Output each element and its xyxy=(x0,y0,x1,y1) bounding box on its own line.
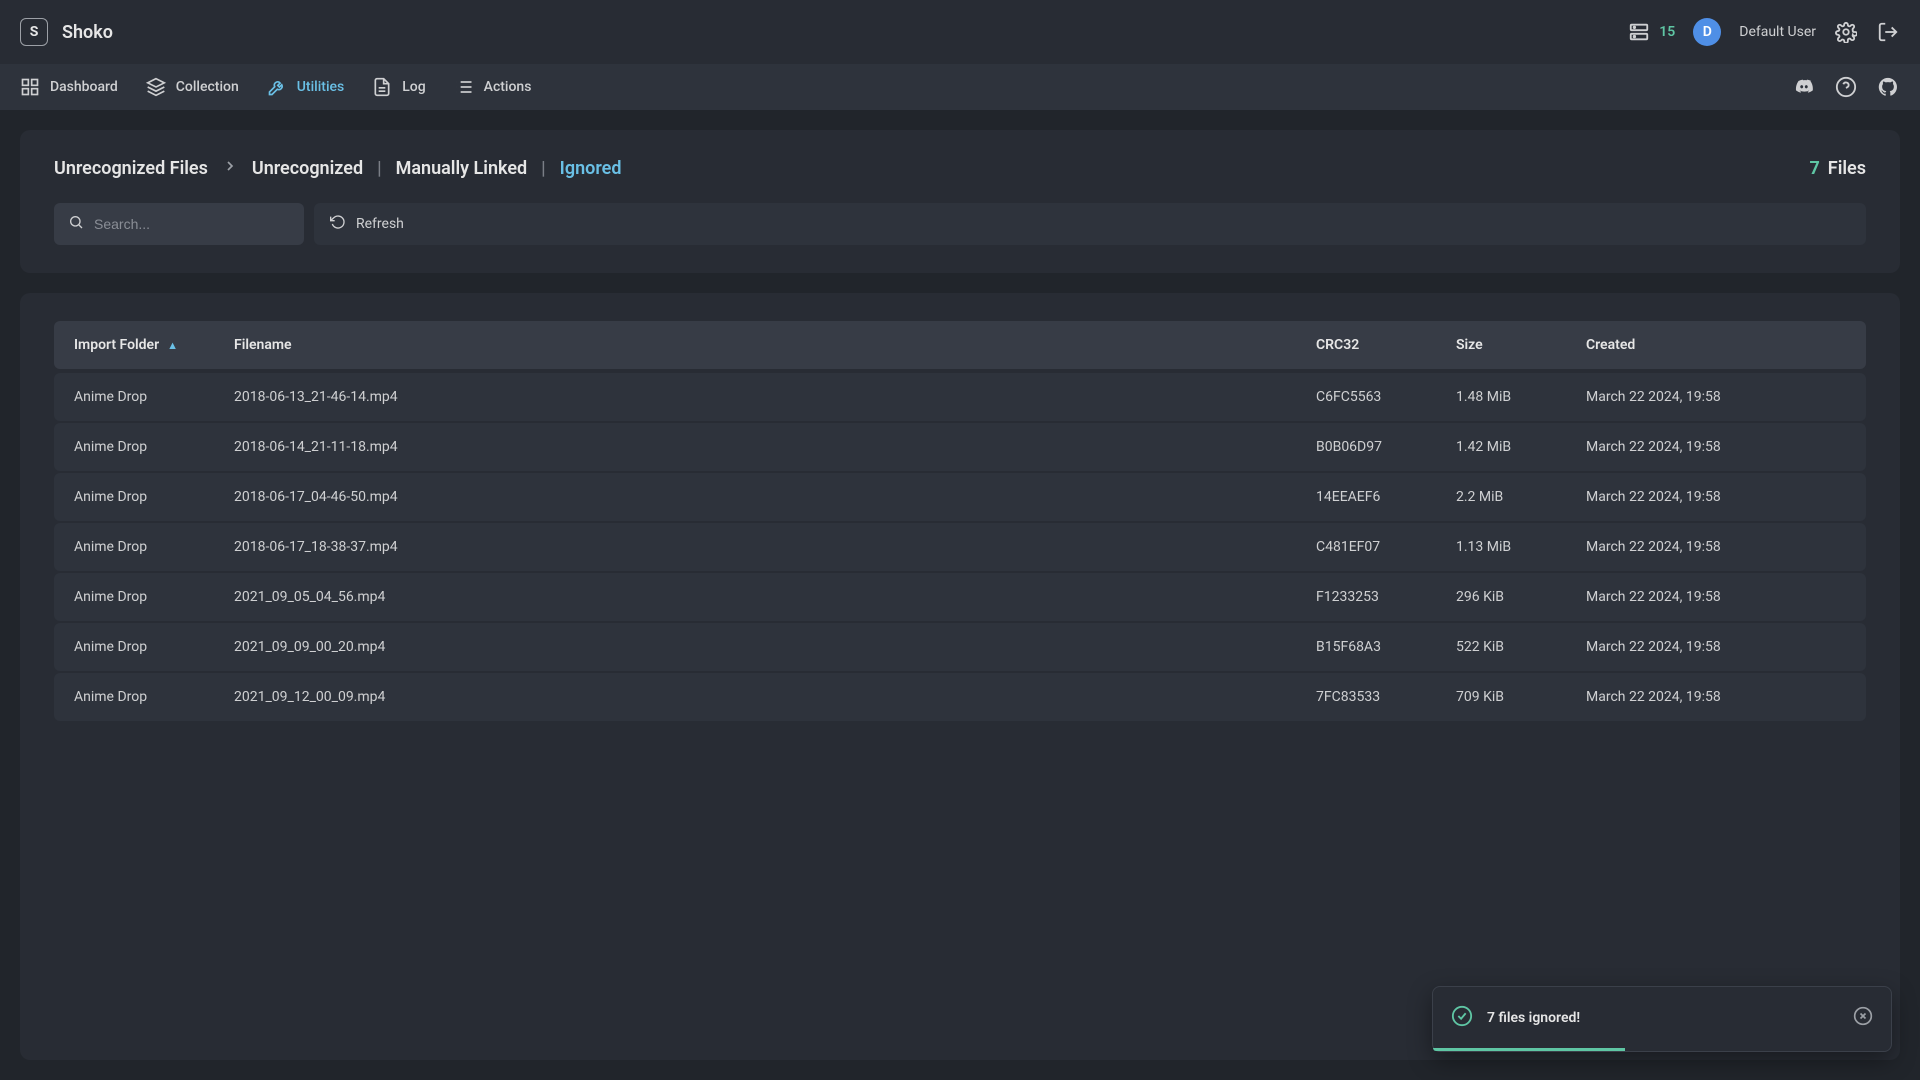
cell-filename: 2018-06-14_21-11-18.mp4 xyxy=(234,439,1316,455)
subtab-unrecognized[interactable]: Unrecognized xyxy=(252,158,363,179)
table-row[interactable]: Anime Drop2021_09_12_00_09.mp47FC8353370… xyxy=(54,673,1866,721)
help-icon[interactable] xyxy=(1834,75,1858,99)
cell-crc32: F1233253 xyxy=(1316,589,1456,605)
cell-created: March 22 2024, 19:58 xyxy=(1586,439,1846,455)
divider: | xyxy=(377,158,382,179)
user-name: Default User xyxy=(1739,24,1816,40)
col-created[interactable]: Created xyxy=(1586,337,1846,353)
cell-folder: Anime Drop xyxy=(74,639,234,655)
main-nav: Dashboard Collection Utilities Log Actio… xyxy=(0,64,1920,110)
table-row[interactable]: Anime Drop2018-06-14_21-11-18.mp4B0B06D9… xyxy=(54,423,1866,471)
toast-notification: 7 files ignored! xyxy=(1432,986,1892,1052)
table-row[interactable]: Anime Drop2018-06-17_18-38-37.mp4C481EF0… xyxy=(54,523,1866,571)
cell-created: March 22 2024, 19:58 xyxy=(1586,689,1846,705)
cell-crc32: C6FC5563 xyxy=(1316,389,1456,405)
table-row[interactable]: Anime Drop2021_09_05_04_56.mp4F123325329… xyxy=(54,573,1866,621)
header-panel: Unrecognized Files Unrecognized | Manual… xyxy=(20,130,1900,273)
col-import-folder[interactable]: Import Folder ▲ xyxy=(74,337,234,353)
logout-button[interactable] xyxy=(1876,20,1900,44)
search-box[interactable] xyxy=(54,203,304,245)
refresh-label: Refresh xyxy=(356,216,404,232)
cell-folder: Anime Drop xyxy=(74,589,234,605)
table-row[interactable]: Anime Drop2018-06-17_04-46-50.mp414EEAEF… xyxy=(54,473,1866,521)
cell-size: 2.2 MiB xyxy=(1456,489,1586,505)
cell-filename: 2018-06-13_21-46-14.mp4 xyxy=(234,389,1316,405)
server-icon xyxy=(1627,20,1651,44)
nav-label: Actions xyxy=(484,79,532,95)
topbar: S Shoko 15 D Default User xyxy=(0,0,1920,64)
refresh-button[interactable]: Refresh xyxy=(314,203,1866,245)
col-size[interactable]: Size xyxy=(1456,337,1586,353)
cell-filename: 2021_09_09_00_20.mp4 xyxy=(234,639,1316,655)
cell-size: 296 KiB xyxy=(1456,589,1586,605)
toast-close-button[interactable] xyxy=(1853,1006,1873,1030)
settings-button[interactable] xyxy=(1834,20,1858,44)
subtab-manually-linked[interactable]: Manually Linked xyxy=(396,158,528,179)
nav-label: Collection xyxy=(176,79,239,95)
cell-crc32: C481EF07 xyxy=(1316,539,1456,555)
cell-crc32: 14EEAEF6 xyxy=(1316,489,1456,505)
toast-progress xyxy=(1433,1048,1625,1051)
cell-folder: Anime Drop xyxy=(74,439,234,455)
cell-created: March 22 2024, 19:58 xyxy=(1586,589,1846,605)
cell-size: 1.42 MiB xyxy=(1456,439,1586,455)
cell-created: March 22 2024, 19:58 xyxy=(1586,489,1846,505)
queue-count: 15 xyxy=(1659,24,1675,40)
nav-actions[interactable]: Actions xyxy=(454,77,532,97)
nav-log[interactable]: Log xyxy=(372,77,425,97)
cell-created: March 22 2024, 19:58 xyxy=(1586,389,1846,405)
table-row[interactable]: Anime Drop2018-06-13_21-46-14.mp4C6FC556… xyxy=(54,373,1866,421)
page-title: Unrecognized Files xyxy=(54,158,208,179)
cell-folder: Anime Drop xyxy=(74,689,234,705)
chevron-right-icon xyxy=(222,158,238,179)
discord-icon[interactable] xyxy=(1792,75,1816,99)
refresh-icon xyxy=(330,214,346,234)
nav-dashboard[interactable]: Dashboard xyxy=(20,77,118,97)
table-row[interactable]: Anime Drop2021_09_09_00_20.mp4B15F68A352… xyxy=(54,623,1866,671)
cell-crc32: 7FC83533 xyxy=(1316,689,1456,705)
files-table: Import Folder ▲ Filename CRC32 Size Crea… xyxy=(20,293,1900,1060)
col-filename[interactable]: Filename xyxy=(234,337,1316,353)
search-input[interactable] xyxy=(94,216,290,232)
cell-size: 1.13 MiB xyxy=(1456,539,1586,555)
cell-filename: 2018-06-17_04-46-50.mp4 xyxy=(234,489,1316,505)
cell-folder: Anime Drop xyxy=(74,389,234,405)
cell-folder: Anime Drop xyxy=(74,489,234,505)
cell-size: 709 KiB xyxy=(1456,689,1586,705)
divider: | xyxy=(541,158,546,179)
subtab-ignored[interactable]: Ignored xyxy=(560,158,622,179)
nav-label: Utilities xyxy=(297,79,344,95)
check-circle-icon xyxy=(1451,1005,1473,1031)
col-crc32[interactable]: CRC32 xyxy=(1316,337,1456,353)
nav-utilities[interactable]: Utilities xyxy=(267,77,344,97)
cell-crc32: B0B06D97 xyxy=(1316,439,1456,455)
files-count-label: Files xyxy=(1828,158,1866,179)
cell-created: March 22 2024, 19:58 xyxy=(1586,539,1846,555)
app-logo[interactable]: S xyxy=(20,18,48,46)
files-count-number: 7 xyxy=(1809,158,1819,179)
cell-filename: 2021_09_05_04_56.mp4 xyxy=(234,589,1316,605)
nav-label: Log xyxy=(402,79,425,95)
user-avatar[interactable]: D xyxy=(1693,18,1721,46)
cell-size: 522 KiB xyxy=(1456,639,1586,655)
toast-message: 7 files ignored! xyxy=(1487,1010,1839,1026)
cell-filename: 2018-06-17_18-38-37.mp4 xyxy=(234,539,1316,555)
cell-size: 1.48 MiB xyxy=(1456,389,1586,405)
cell-created: March 22 2024, 19:58 xyxy=(1586,639,1846,655)
nav-label: Dashboard xyxy=(50,79,118,95)
cell-crc32: B15F68A3 xyxy=(1316,639,1456,655)
sort-asc-icon: ▲ xyxy=(167,339,178,352)
cell-folder: Anime Drop xyxy=(74,539,234,555)
app-name: Shoko xyxy=(62,22,113,43)
github-icon[interactable] xyxy=(1876,75,1900,99)
nav-collection[interactable]: Collection xyxy=(146,77,239,97)
search-icon xyxy=(68,214,84,234)
queue-status[interactable]: 15 xyxy=(1627,20,1675,44)
table-header: Import Folder ▲ Filename CRC32 Size Crea… xyxy=(54,321,1866,369)
cell-filename: 2021_09_12_00_09.mp4 xyxy=(234,689,1316,705)
